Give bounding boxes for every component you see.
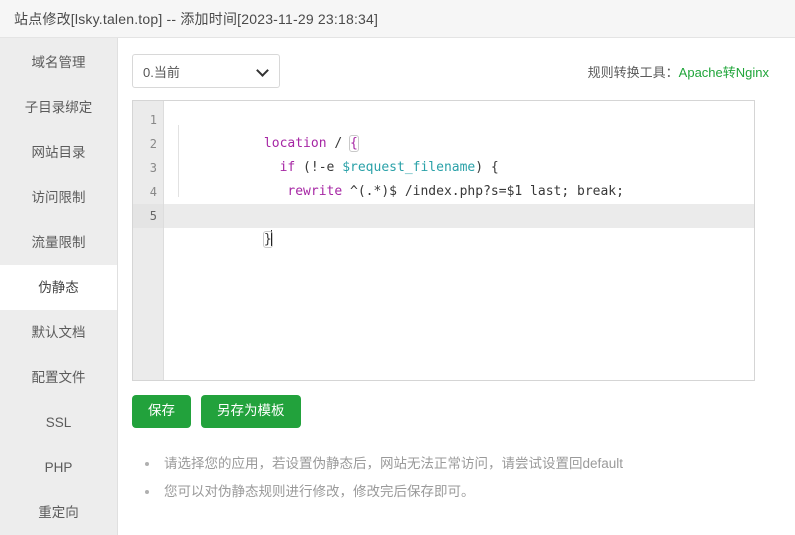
code-line-4[interactable]: } bbox=[164, 180, 754, 204]
editor-action-buttons: 保存 另存为模板 bbox=[132, 395, 777, 428]
apache-to-nginx-link[interactable]: Apache转Nginx bbox=[679, 65, 769, 80]
line-number: 2 bbox=[133, 132, 163, 156]
help-notes-list: 请选择您的应用，若设置伪静态后，网站无法正常访问，请尝试设置回default 您… bbox=[132, 450, 777, 506]
list-item: 您可以对伪静态规则进行修改，修改完后保存即可。 bbox=[142, 478, 777, 506]
content-panel: 0.当前 规则转换工具：Apache转Nginx 1 2 3 4 5 bbox=[118, 38, 795, 535]
converter-label: 规则转换工具： bbox=[588, 65, 679, 80]
editor-line-number-gutter: 1 2 3 4 5 bbox=[133, 101, 164, 380]
code-line-2[interactable]: if (!-e $request_filename) { bbox=[164, 132, 754, 156]
save-button[interactable]: 保存 bbox=[132, 395, 191, 428]
text-cursor bbox=[271, 230, 272, 246]
window-body: 域名管理 子目录绑定 网站目录 访问限制 流量限制 伪静态 默认文档 配置文件 … bbox=[0, 38, 795, 535]
rule-select-wrapper: 0.当前 bbox=[132, 54, 280, 88]
code-line-1[interactable]: location / { bbox=[164, 108, 754, 132]
sidebar-item-default-document[interactable]: 默认文档 bbox=[0, 310, 117, 355]
rule-select-value: 0.当前 bbox=[143, 62, 257, 81]
line-number: 1 bbox=[133, 108, 163, 132]
sidebar-item-ssl[interactable]: SSL bbox=[0, 400, 117, 445]
sidebar-item-pseudo-static[interactable]: 伪静态 bbox=[0, 265, 117, 310]
sidebar-item-traffic-limit[interactable]: 流量限制 bbox=[0, 220, 117, 265]
sidebar-item-site-directory[interactable]: 网站目录 bbox=[0, 130, 117, 175]
toolbar: 0.当前 规则转换工具：Apache转Nginx bbox=[132, 54, 777, 88]
sidebar-item-domain[interactable]: 域名管理 bbox=[0, 40, 117, 85]
sidebar-item-config-file[interactable]: 配置文件 bbox=[0, 355, 117, 400]
pseudo-static-code-editor[interactable]: 1 2 3 4 5 location / { if (!-e $request_… bbox=[132, 100, 755, 381]
line-number: 5 bbox=[133, 204, 163, 228]
window-title: 站点修改[lsky.talen.top] -- 添加时间[2023-11-29 … bbox=[14, 9, 378, 29]
window-titlebar: 站点修改[lsky.talen.top] -- 添加时间[2023-11-29 … bbox=[0, 0, 795, 38]
sidebar-item-subdirectory-binding[interactable]: 子目录绑定 bbox=[0, 85, 117, 130]
list-item: 请选择您的应用，若设置伪静态后，网站无法正常访问，请尝试设置回default bbox=[142, 450, 777, 478]
save-as-template-button[interactable]: 另存为模板 bbox=[201, 395, 301, 428]
sidebar: 域名管理 子目录绑定 网站目录 访问限制 流量限制 伪静态 默认文档 配置文件 … bbox=[0, 38, 118, 535]
sidebar-item-redirect[interactable]: 重定向 bbox=[0, 490, 117, 535]
editor-code-area[interactable]: location / { if (!-e $request_filename) … bbox=[164, 101, 754, 380]
site-edit-window: 站点修改[lsky.talen.top] -- 添加时间[2023-11-29 … bbox=[0, 0, 795, 535]
indent-guide bbox=[178, 125, 179, 197]
code-line-3[interactable]: rewrite ^(.*)$ /index.php?s=$1 last; bre… bbox=[164, 156, 754, 180]
line-number: 4 bbox=[133, 180, 163, 204]
converter-tools: 规则转换工具：Apache转Nginx bbox=[588, 62, 777, 81]
rule-select[interactable]: 0.当前 bbox=[132, 54, 280, 88]
chevron-down-icon bbox=[257, 65, 269, 77]
code-line-5[interactable]: } bbox=[164, 204, 754, 228]
line-number: 3 bbox=[133, 156, 163, 180]
sidebar-item-access-restriction[interactable]: 访问限制 bbox=[0, 175, 117, 220]
sidebar-item-php[interactable]: PHP bbox=[0, 445, 117, 490]
